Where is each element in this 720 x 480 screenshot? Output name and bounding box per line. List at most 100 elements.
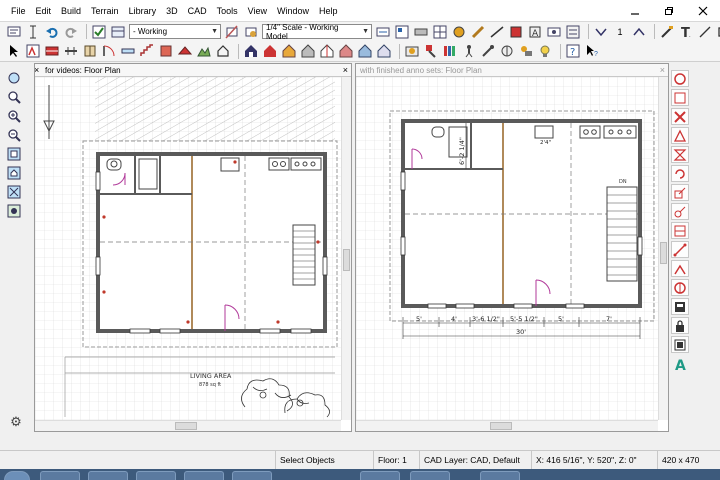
full-camera-icon[interactable] — [262, 43, 278, 59]
swap-view-icon[interactable] — [6, 203, 22, 219]
menu-3d[interactable]: 3D — [161, 0, 183, 22]
house-outline-icon[interactable] — [215, 43, 231, 59]
menu-tools[interactable]: Tools — [212, 0, 243, 22]
horizontal-scrollbar-right[interactable] — [356, 420, 658, 431]
room-divider-icon[interactable] — [63, 43, 79, 59]
door-tool-icon[interactable] — [101, 43, 117, 59]
line-tool-icon[interactable] — [697, 24, 713, 40]
scroll-thumb[interactable] — [490, 422, 512, 430]
restore-button[interactable] — [652, 0, 686, 22]
resize-icon[interactable] — [671, 184, 689, 201]
layer-display-icon[interactable] — [110, 24, 126, 40]
vertical-scrollbar-right[interactable] — [658, 77, 668, 420]
menu-file[interactable]: File — [6, 0, 31, 22]
minimize-button[interactable] — [618, 0, 652, 22]
chevron-down-icon[interactable] — [593, 24, 609, 40]
taskbar-app[interactable] — [232, 471, 272, 480]
lock-icon[interactable] — [671, 317, 689, 334]
taskbar-app[interactable] — [88, 471, 128, 480]
taskbar-app[interactable] — [480, 471, 520, 480]
perspective-icon[interactable] — [357, 43, 373, 59]
text-tool-icon[interactable]: T. — [678, 24, 694, 40]
plan-defaults-icon[interactable] — [432, 24, 448, 40]
menu-terrain[interactable]: Terrain — [86, 0, 124, 22]
delete-icon[interactable] — [671, 108, 689, 125]
text-style-icon[interactable]: A — [527, 24, 543, 40]
edit-text-icon[interactable] — [659, 24, 675, 40]
fill-style-icon[interactable] — [508, 24, 524, 40]
reflect-icon[interactable] — [671, 146, 689, 163]
wall-defaults-icon[interactable] — [413, 24, 429, 40]
select-arrow-icon[interactable] — [6, 43, 22, 59]
gear-icon[interactable]: ⚙ — [8, 414, 24, 430]
line-style-icon[interactable] — [489, 24, 505, 40]
layer-props-icon[interactable] — [394, 24, 410, 40]
chevron-up-icon[interactable] — [631, 24, 647, 40]
floor-plan-view-left[interactable]: × for videos: Floor Plan × — [34, 63, 352, 432]
shadow-icon[interactable] — [518, 43, 534, 59]
menu-window[interactable]: Window — [272, 0, 314, 22]
help-icon[interactable]: ? — [565, 43, 581, 59]
scale-select[interactable]: 1/4" Scale - Working Model ▼ — [262, 23, 372, 41]
camera-plan-icon[interactable] — [243, 43, 259, 59]
cross-section-icon[interactable] — [319, 43, 335, 59]
transform-icon[interactable] — [671, 203, 689, 220]
plan-canvas-left[interactable]: LIVING AREA 878 sq ft — [35, 77, 341, 420]
fill-window-building-icon[interactable] — [6, 165, 22, 181]
plan-canvas-right[interactable]: DN 5' 4' 3'-6 1/2" 5'-5 1/2" 5' 7' 30' 6… — [356, 77, 658, 420]
annotation-set-icon[interactable] — [224, 24, 240, 40]
menu-build[interactable]: Build — [56, 0, 86, 22]
join-icon[interactable] — [671, 260, 689, 277]
vertical-scrollbar-left[interactable] — [341, 77, 351, 420]
grid-snap-icon[interactable] — [671, 336, 689, 353]
window-tool-icon[interactable] — [120, 43, 136, 59]
material-painter-icon[interactable] — [423, 43, 439, 59]
walkthrough-icon[interactable] — [461, 43, 477, 59]
elevation-icon[interactable] — [300, 43, 316, 59]
render-icon[interactable] — [404, 43, 420, 59]
light-icon[interactable] — [537, 43, 553, 59]
zoom-out-icon[interactable] — [6, 127, 22, 143]
menu-edit[interactable]: Edit — [31, 0, 57, 22]
stairs[interactable] — [292, 224, 316, 286]
close-icon[interactable]: × — [343, 64, 348, 76]
taskbar-app[interactable] — [360, 471, 400, 480]
floor-plan-walls[interactable] — [401, 119, 642, 308]
point-to-point-icon[interactable] — [671, 241, 689, 258]
move-icon[interactable] — [671, 89, 689, 106]
taskbar-app[interactable] — [184, 471, 224, 480]
expand-view-icon[interactable] — [6, 184, 22, 200]
scroll-thumb[interactable] — [343, 249, 350, 271]
edit-mode-icon[interactable] — [25, 43, 41, 59]
layer-visibility-icon[interactable] — [546, 24, 562, 40]
taskbar-app[interactable] — [410, 471, 450, 480]
whats-this-icon[interactable]: ? — [584, 43, 600, 59]
cabinet-icon[interactable] — [82, 43, 98, 59]
align-icon[interactable] — [671, 222, 689, 239]
terrain-tool-icon[interactable] — [196, 43, 212, 59]
fireplace-icon[interactable] — [158, 43, 174, 59]
select-objects-icon[interactable] — [91, 24, 107, 40]
rotate-icon[interactable] — [671, 165, 689, 182]
taskbar-app[interactable] — [136, 471, 176, 480]
zoom-in-icon[interactable] — [6, 108, 22, 124]
color-icon[interactable] — [451, 24, 467, 40]
horizontal-scrollbar-left[interactable] — [35, 420, 341, 431]
menu-cad[interactable]: CAD — [183, 0, 212, 22]
adjust-material-icon[interactable] — [499, 43, 515, 59]
zoom-icon[interactable] — [6, 89, 22, 105]
undo-icon[interactable] — [44, 24, 60, 40]
overview-icon[interactable] — [281, 43, 297, 59]
roof-tool-icon[interactable] — [177, 43, 193, 59]
fill-window-icon[interactable] — [6, 146, 22, 162]
edit-layers-icon[interactable] — [565, 24, 581, 40]
open-object-icon[interactable] — [671, 298, 689, 315]
menu-library[interactable]: Library — [124, 0, 162, 22]
redo-icon[interactable] — [63, 24, 79, 40]
layer-set-select[interactable]: - Working ▼ — [129, 24, 221, 39]
menu-help[interactable]: Help — [314, 0, 343, 22]
view-tab-right[interactable]: with finished anno sets: Floor Plan × — [356, 64, 668, 77]
dimension-icon[interactable] — [25, 24, 41, 40]
library-icon[interactable] — [442, 43, 458, 59]
wall-tool-icon[interactable] — [44, 43, 60, 59]
